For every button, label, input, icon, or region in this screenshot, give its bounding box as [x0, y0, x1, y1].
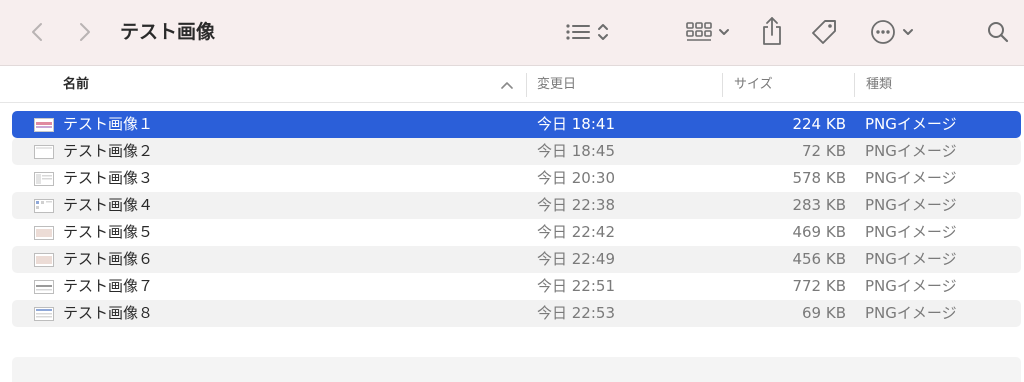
column-divider[interactable] [854, 73, 855, 97]
tag-button[interactable] [808, 16, 840, 48]
png-file-icon [34, 253, 54, 267]
png-file-icon [34, 199, 54, 213]
file-name: テスト画像３ [63, 169, 154, 187]
file-kind: PNGイメージ [865, 304, 957, 322]
view-mode-list-button[interactable] [558, 18, 616, 46]
png-file-icon [34, 307, 54, 321]
grid-view-icon [686, 22, 712, 41]
file-row[interactable]: テスト画像３ 今日 20:30 578 KB PNGイメージ [12, 165, 1021, 192]
file-modified-date: 今日 22:51 [537, 277, 615, 295]
window-title: テスト画像 [120, 21, 216, 43]
file-size: 69 KB [802, 304, 846, 322]
file-name: テスト画像１ [63, 115, 154, 133]
file-kind: PNGイメージ [865, 223, 957, 241]
png-file-icon [34, 118, 54, 132]
file-size: 72 KB [802, 142, 846, 160]
back-button[interactable] [26, 19, 48, 45]
file-modified-date: 今日 20:30 [537, 169, 615, 187]
file-modified-date: 今日 22:42 [537, 223, 615, 241]
file-name: テスト画像２ [63, 142, 154, 160]
file-name: テスト画像４ [63, 196, 154, 214]
file-list: テスト画像１ 今日 18:41 224 KB PNGイメージ テスト画像２ 今日… [12, 111, 1021, 327]
finder-window: テスト画像 名前 変更日 サイズ 種類 テスト画像１ 今日 18:41 224 … [0, 0, 1024, 382]
file-kind: PNGイメージ [865, 277, 957, 295]
file-row[interactable]: テスト画像２ 今日 18:45 72 KB PNGイメージ [12, 138, 1021, 165]
search-icon [988, 22, 1009, 43]
column-date-header[interactable]: 変更日 [537, 67, 576, 103]
file-modified-date: 今日 22:38 [537, 196, 615, 214]
file-row[interactable]: テスト画像１ 今日 18:41 224 KB PNGイメージ [12, 111, 1021, 138]
png-file-icon [34, 280, 54, 294]
column-size-header[interactable]: サイズ [734, 67, 773, 103]
search-button[interactable] [984, 18, 1012, 46]
chevron-down-icon [903, 29, 913, 35]
group-by-button[interactable] [680, 18, 736, 46]
chevron-down-icon [719, 29, 729, 35]
ellipsis-circle-icon [871, 20, 895, 44]
file-row[interactable]: テスト画像８ 今日 22:53 69 KB PNGイメージ [12, 300, 1021, 327]
column-header: 名前 変更日 サイズ 種類 [0, 67, 1024, 103]
tag-icon [812, 20, 836, 44]
file-row[interactable]: テスト画像７ 今日 22:51 772 KB PNGイメージ [12, 273, 1021, 300]
file-name: テスト画像６ [63, 250, 154, 268]
updown-chevron-icon [598, 24, 608, 40]
file-name: テスト画像７ [63, 277, 154, 295]
file-kind: PNGイメージ [865, 250, 957, 268]
file-modified-date: 今日 22:49 [537, 250, 615, 268]
file-row[interactable]: テスト画像５ 今日 22:42 469 KB PNGイメージ [12, 219, 1021, 246]
file-row[interactable]: テスト画像６ 今日 22:49 456 KB PNGイメージ [12, 246, 1021, 273]
file-size: 456 KB [792, 250, 846, 268]
column-name-header[interactable]: 名前 [63, 67, 89, 103]
file-kind: PNGイメージ [865, 169, 957, 187]
file-modified-date: 今日 18:45 [537, 142, 615, 160]
more-actions-button[interactable] [866, 18, 918, 46]
sort-ascending-icon[interactable] [500, 79, 514, 91]
list-view-icon [566, 24, 590, 40]
file-size: 224 KB [792, 115, 846, 133]
png-file-icon [34, 172, 54, 186]
file-modified-date: 今日 18:41 [537, 115, 615, 133]
column-kind-header[interactable]: 種類 [866, 67, 892, 103]
png-file-icon [34, 145, 54, 159]
column-divider[interactable] [526, 73, 527, 97]
file-kind: PNGイメージ [865, 196, 957, 214]
share-button[interactable] [758, 14, 786, 48]
empty-list-row [12, 357, 1021, 382]
file-size: 283 KB [792, 196, 846, 214]
share-icon [763, 17, 781, 45]
forward-button[interactable] [74, 19, 96, 45]
file-size: 772 KB [792, 277, 846, 295]
file-size: 578 KB [792, 169, 846, 187]
file-name: テスト画像８ [63, 304, 154, 322]
file-row[interactable]: テスト画像４ 今日 22:38 283 KB PNGイメージ [12, 192, 1021, 219]
file-name: テスト画像５ [63, 223, 154, 241]
file-kind: PNGイメージ [865, 115, 957, 133]
file-kind: PNGイメージ [865, 142, 957, 160]
file-modified-date: 今日 22:53 [537, 304, 615, 322]
file-size: 469 KB [792, 223, 846, 241]
toolbar: テスト画像 [0, 0, 1024, 66]
chevron-left-icon [32, 23, 42, 41]
column-divider[interactable] [722, 73, 723, 97]
chevron-right-icon [80, 23, 90, 41]
png-file-icon [34, 226, 54, 240]
